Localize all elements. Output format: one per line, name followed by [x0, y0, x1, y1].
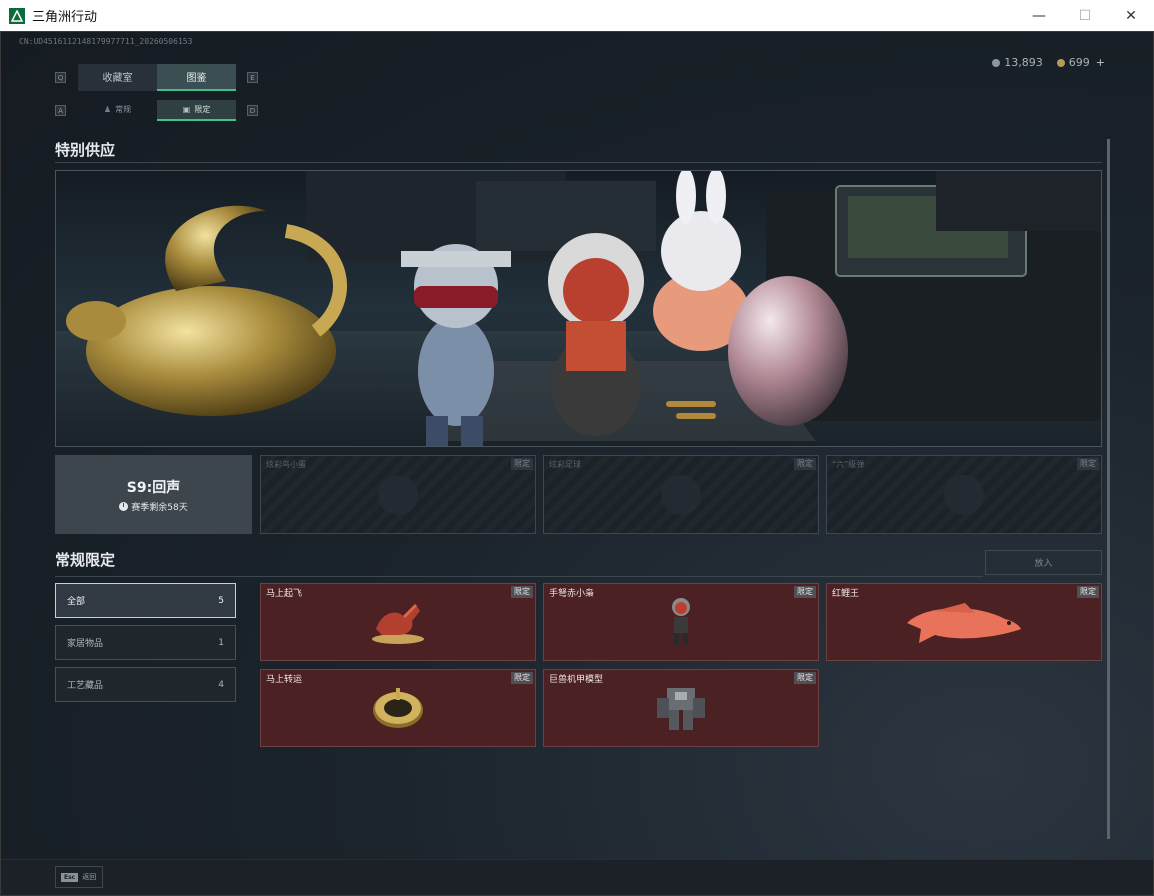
gold-amount: 699 — [1068, 56, 1090, 69]
footer-bar: Esc 返回 — [1, 859, 1153, 895]
tab-limited-label: 限定 — [194, 105, 211, 114]
gold-currency[interactable]: 699 + — [1056, 56, 1105, 69]
collectible-card[interactable]: 马上转运 限定 — [260, 669, 536, 747]
season-card[interactable]: S9:回声 赛季剩余58天 — [55, 455, 252, 534]
maximize-button[interactable]: ☐ — [1062, 0, 1108, 31]
item-name: 手弩赤小枭 — [549, 589, 595, 599]
filter-count: 5 — [218, 595, 224, 606]
silver-currency: 13,893 — [992, 56, 1043, 69]
locked-item-name: 炫彩足球 — [549, 460, 581, 469]
back-label: 返回 — [82, 873, 97, 881]
mech-model-icon — [657, 688, 705, 730]
collectible-card[interactable]: 红鲤王 限定 — [826, 583, 1102, 661]
special-supply-title: 特别供应 — [55, 141, 116, 159]
locked-item-card[interactable]: “六”级弹 限定 — [826, 455, 1102, 534]
collectible-card[interactable]: 马上起飞 限定 — [260, 583, 536, 661]
limited-tag: 限定 — [794, 672, 816, 684]
golden-disc-icon — [373, 688, 423, 728]
filter-craft-collectibles[interactable]: 工艺藏品 4 — [55, 667, 236, 702]
horse-figurine-icon — [372, 603, 424, 644]
season-remaining-text: 赛季剩余58天 — [131, 502, 188, 513]
filter-all[interactable]: 全部 5 — [55, 583, 236, 618]
divider — [55, 162, 1102, 163]
minimize-button[interactable]: — — [1016, 0, 1062, 31]
tab-regular-label: 常规 — [115, 105, 132, 114]
locked-item-card[interactable]: 炫彩鸟小蛋 限定 — [260, 455, 536, 534]
filter-label: 工艺藏品 — [67, 681, 104, 691]
close-button[interactable]: ✕ — [1108, 0, 1154, 31]
silver-coin-icon — [992, 58, 1001, 67]
item-name: 马上起飞 — [266, 589, 303, 599]
app-logo-icon — [9, 7, 25, 24]
currency-bar: 13,893 699 + — [992, 56, 1105, 69]
carp-icon — [907, 603, 1021, 643]
tab-collection-room[interactable]: 收藏室 — [78, 64, 157, 91]
player-id-text: CN:UD4516112148179977711_20260506153 — [19, 37, 193, 46]
back-button[interactable]: Esc 返回 — [55, 866, 103, 888]
season-banner[interactable] — [55, 170, 1102, 447]
clock-icon — [119, 501, 129, 511]
gold-coin-icon — [1056, 58, 1065, 67]
filter-label: 全部 — [67, 597, 86, 607]
scrollbar[interactable] — [1107, 139, 1110, 839]
item-name: 红鲤王 — [832, 589, 860, 599]
filter-count: 1 — [218, 637, 224, 648]
banner-artwork — [56, 171, 1101, 446]
key-hint-q: Q — [55, 72, 66, 83]
esc-key-hint: Esc — [61, 872, 79, 882]
divider — [55, 576, 983, 577]
game-screen: CN:UD4516112148179977711_20260506153 13,… — [0, 31, 1154, 896]
locked-item-card[interactable]: 炫彩足球 限定 — [543, 455, 819, 534]
filter-count: 4 — [218, 679, 224, 690]
limited-tag: 限定 — [794, 586, 816, 598]
add-currency-button[interactable]: + — [1096, 56, 1105, 69]
limited-tag: 限定 — [1077, 586, 1099, 598]
season-remaining: 赛季剩余58天 — [119, 500, 188, 513]
collectible-card[interactable]: 巨兽机甲模型 限定 — [543, 669, 819, 747]
tab-codex[interactable]: 图鉴 — [157, 64, 236, 91]
locked-item-name: “六”级弹 — [832, 460, 865, 469]
main-tabs: 收藏室 图鉴 — [78, 64, 236, 91]
key-hint-e: E — [247, 72, 258, 83]
limited-tag: 限定 — [1077, 458, 1099, 470]
figure-icon — [672, 598, 690, 645]
item-name: 马上转运 — [266, 675, 303, 685]
limited-tag: 限定 — [794, 458, 816, 470]
season-name: S9:回声 — [126, 479, 181, 496]
window-titlebar: 三角洲行动 — ☐ ✕ — [0, 0, 1154, 31]
limited-tag: 限定 — [511, 672, 533, 684]
filter-home-items[interactable]: 家居物品 1 — [55, 625, 236, 660]
limited-icon: ▣ — [182, 105, 191, 114]
filter-label: 家居物品 — [67, 639, 104, 649]
key-hint-d: D — [247, 105, 258, 116]
tab-limited[interactable]: ▣ 限定 — [157, 100, 236, 121]
collectible-card[interactable]: 手弩赤小枭 限定 — [543, 583, 819, 661]
item-name: 巨兽机甲模型 — [549, 675, 604, 685]
sub-tabs: ♟ 常规 ▣ 限定 — [78, 100, 236, 121]
regular-icon: ♟ — [103, 105, 112, 114]
window-title: 三角洲行动 — [32, 10, 98, 25]
locked-silhouette-icon — [944, 474, 984, 515]
locked-silhouette-icon — [661, 474, 701, 515]
silver-amount: 13,893 — [1004, 56, 1043, 69]
locked-silhouette-icon — [378, 474, 418, 515]
limited-tag: 限定 — [511, 458, 533, 470]
put-in-button[interactable]: 放入 — [985, 550, 1102, 575]
tab-regular[interactable]: ♟ 常规 — [78, 100, 157, 121]
limited-tag: 限定 — [511, 586, 533, 598]
locked-item-name: 炫彩鸟小蛋 — [266, 460, 306, 469]
regular-limited-title: 常规限定 — [55, 551, 116, 569]
key-hint-a: A — [55, 105, 66, 116]
